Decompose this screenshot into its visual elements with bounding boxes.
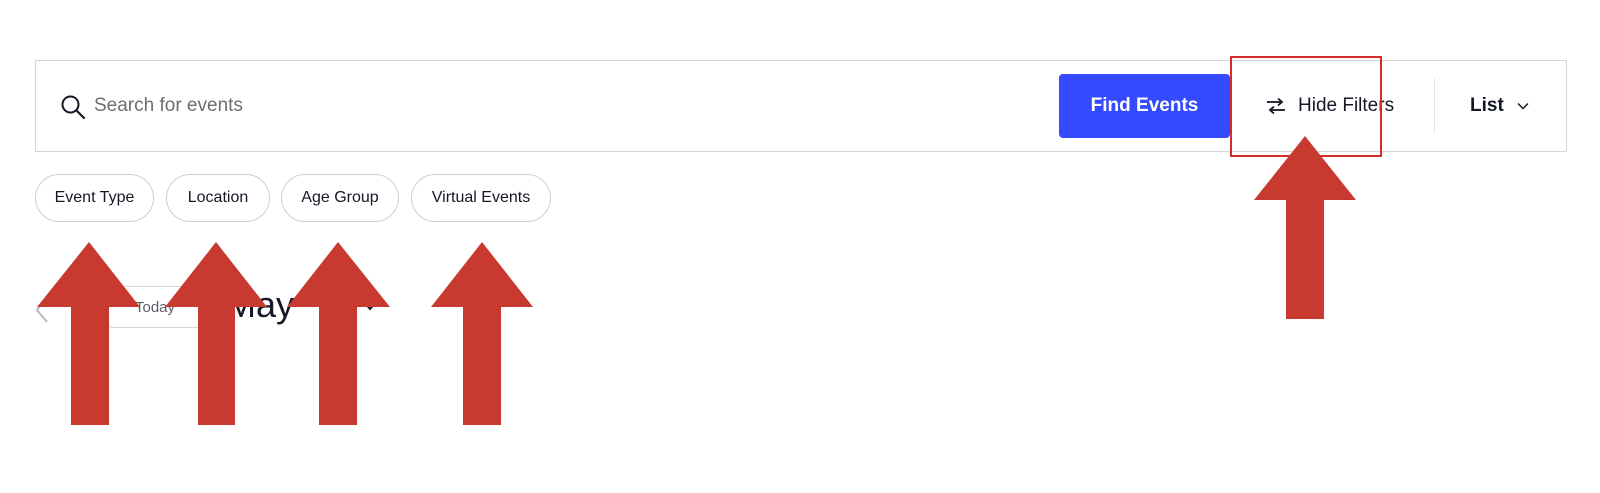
annotation-arrow-event-type [37,242,140,425]
filter-pill-location[interactable]: Location [166,174,270,222]
month-title: May [226,284,295,325]
chevron-down-icon [1517,102,1529,110]
events-page: Find Events Hide Filters List Event Type… [0,0,1600,493]
annotation-arrow-virtual-events [431,242,533,425]
chevron-left-icon[interactable] [34,296,50,324]
annotation-arrow-age-group [287,242,390,425]
annotation-arrow-hide-filters [1254,136,1356,319]
annotation-highlight-box [1230,56,1382,157]
find-events-button[interactable]: Find Events [1059,74,1230,138]
filter-pill-event-type[interactable]: Event Type [35,174,154,222]
view-selector[interactable]: List [1470,61,1529,151]
view-selector-label: List [1470,95,1504,116]
filter-pill-age-group[interactable]: Age Group [281,174,399,222]
filter-pill-virtual-events[interactable]: Virtual Events [411,174,551,222]
month-chevron-down-icon[interactable] [362,300,378,311]
search-input[interactable] [94,85,974,127]
today-button[interactable]: Today [108,286,202,328]
toolbar-divider [1434,78,1435,134]
search-icon [61,95,86,120]
annotation-arrow-location [165,242,267,425]
